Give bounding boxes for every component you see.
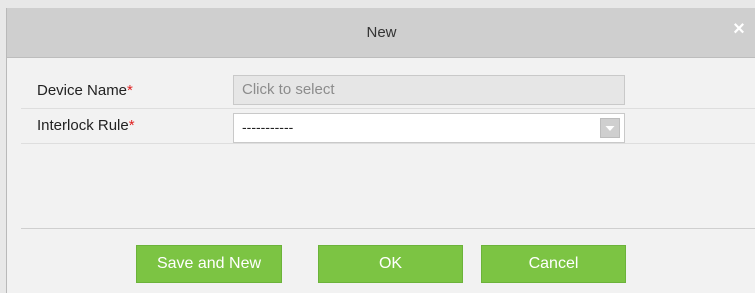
device-name-row: Device Name* Click to select: [21, 74, 755, 109]
dialog-form: Device Name* Click to select Interlock R…: [21, 74, 755, 144]
device-name-label: Device Name*: [37, 82, 133, 99]
device-name-field[interactable]: Click to select: [233, 75, 625, 105]
dialog-title: New: [366, 24, 397, 41]
interlock-rule-label: Interlock Rule*: [37, 117, 135, 134]
ok-button[interactable]: OK: [318, 245, 463, 283]
new-dialog: New × Device Name* Click to select Inter…: [6, 8, 755, 293]
interlock-rule-value: -----------: [242, 119, 294, 135]
interlock-rule-row: Interlock Rule* -----------: [21, 109, 755, 144]
dialog-title-bar[interactable]: New ×: [7, 8, 755, 58]
save-and-new-button[interactable]: Save and New: [136, 245, 282, 283]
close-icon[interactable]: ×: [731, 19, 747, 39]
footer-divider: [21, 228, 755, 229]
required-mark: *: [127, 82, 133, 99]
required-mark: *: [128, 117, 135, 134]
cancel-button[interactable]: Cancel: [481, 245, 626, 283]
chevron-down-icon[interactable]: [600, 118, 620, 138]
interlock-rule-select[interactable]: -----------: [233, 113, 625, 143]
